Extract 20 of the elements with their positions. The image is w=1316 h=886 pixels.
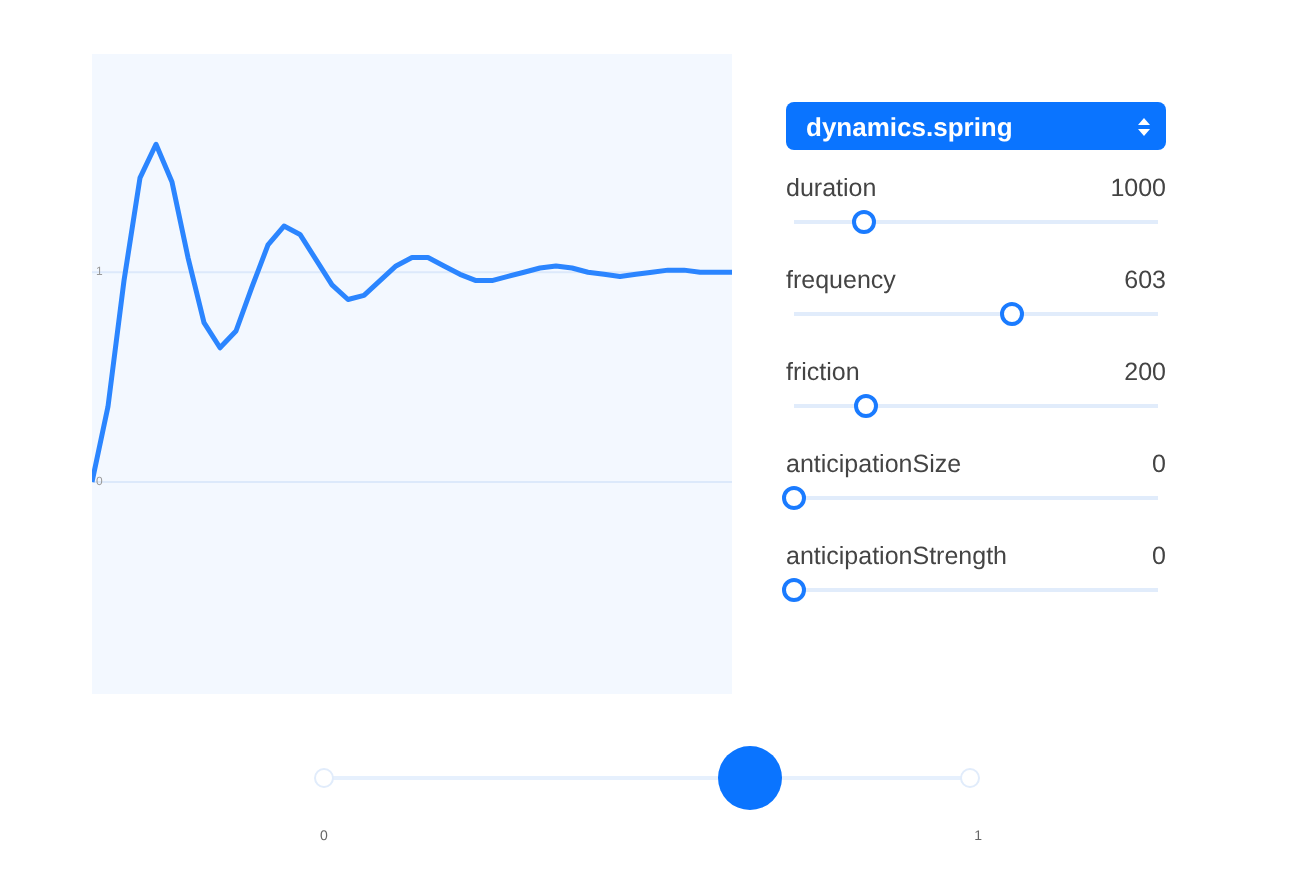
slider-thumb[interactable]	[1000, 302, 1025, 326]
slider-handle[interactable]	[718, 746, 783, 810]
parameter-value: 0	[1152, 542, 1166, 570]
sort-caret-icon	[1138, 117, 1150, 135]
slider-thumb[interactable]	[854, 394, 879, 418]
start-marker	[314, 768, 334, 788]
dynamic-select[interactable]: dynamics.spring	[786, 102, 1166, 150]
parameter-label: anticipationStrength	[786, 542, 1007, 570]
parameter-label: duration	[786, 174, 877, 202]
parameter-value: 200	[1124, 358, 1166, 386]
slider-thumb[interactable]	[851, 210, 876, 234]
end-marker	[960, 768, 980, 788]
slider-thumb[interactable]	[782, 486, 806, 510]
parameter-value: 0	[1152, 450, 1166, 478]
parameter-label: anticipationSize	[786, 450, 962, 478]
parameter-value: 603	[1124, 266, 1166, 294]
parameter-label: frequency	[786, 266, 896, 294]
parameter-label: friction	[786, 358, 860, 386]
parameter-value: 1000	[1110, 174, 1166, 202]
slider-thumb[interactable]	[782, 578, 806, 602]
